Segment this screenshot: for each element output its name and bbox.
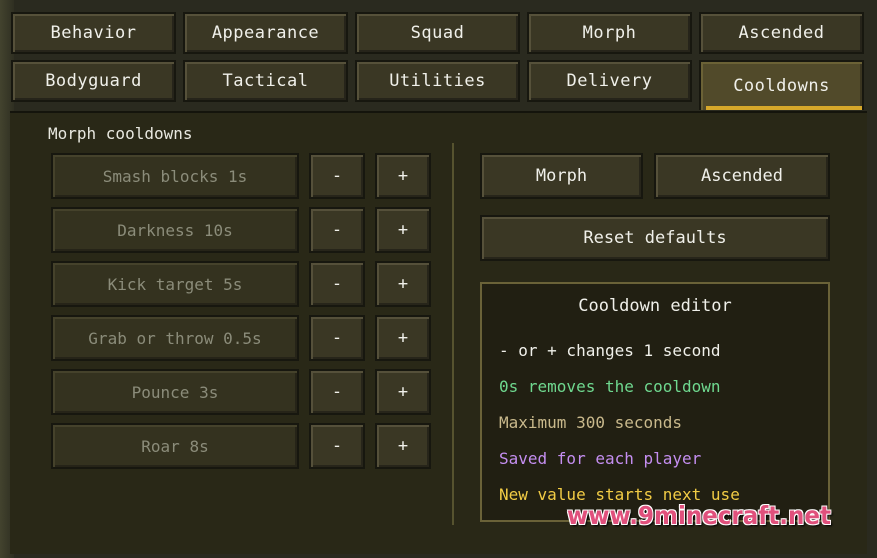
tab-delivery[interactable]: Delivery <box>527 60 692 102</box>
increase-grab-or-throw-button[interactable]: + <box>375 315 431 361</box>
column-divider <box>452 143 454 525</box>
increase-smash-blocks-button[interactable]: + <box>375 153 431 199</box>
cooldown-pounce[interactable]: Pounce 3s <box>51 369 299 415</box>
decrease-smash-blocks-button[interactable]: - <box>309 153 365 199</box>
tab-cooldowns[interactable]: Cooldowns <box>699 60 864 110</box>
increase-kick-target-button[interactable]: + <box>375 261 431 307</box>
decrease-darkness-button[interactable]: - <box>309 207 365 253</box>
cooldown-grab-or-throw[interactable]: Grab or throw 0.5s <box>51 315 299 361</box>
site-watermark: www.9minecraft.net <box>566 501 831 530</box>
increase-darkness-button[interactable]: + <box>375 207 431 253</box>
cooldown-darkness[interactable]: Darkness 10s <box>51 207 299 253</box>
tab-tactical[interactable]: Tactical <box>183 60 348 102</box>
ascended-mode-button[interactable]: Ascended <box>654 153 830 199</box>
decrease-pounce-button[interactable]: - <box>309 369 365 415</box>
editor-title: Cooldown editor <box>578 296 732 316</box>
editor-hint-zero: 0s removes the cooldown <box>499 377 721 396</box>
increase-pounce-button[interactable]: + <box>375 369 431 415</box>
tab-ascended[interactable]: Ascended <box>699 12 864 54</box>
section-title: Morph cooldowns <box>48 124 193 143</box>
morph-mode-button[interactable]: Morph <box>480 153 643 199</box>
tab-behavior[interactable]: Behavior <box>11 12 176 54</box>
cooldown-kick-target[interactable]: Kick target 5s <box>51 261 299 307</box>
tab-appearance[interactable]: Appearance <box>183 12 348 54</box>
reset-defaults-button[interactable]: Reset defaults <box>480 215 830 261</box>
cooldown-smash-blocks[interactable]: Smash blocks 1s <box>51 153 299 199</box>
tab-bodyguard[interactable]: Bodyguard <box>11 60 176 102</box>
editor-hint-saved: Saved for each player <box>499 449 702 468</box>
decrease-roar-button[interactable]: - <box>309 423 365 469</box>
active-tab-indicator <box>706 106 862 110</box>
editor-hint-maximum: Maximum 300 seconds <box>499 413 683 432</box>
editor-hint-step: - or + changes 1 second <box>499 341 721 360</box>
decrease-grab-or-throw-button[interactable]: - <box>309 315 365 361</box>
tab-utilities[interactable]: Utilities <box>355 60 520 102</box>
tab-squad[interactable]: Squad <box>355 12 520 54</box>
cooldown-roar[interactable]: Roar 8s <box>51 423 299 469</box>
decrease-kick-target-button[interactable]: - <box>309 261 365 307</box>
tab-morph[interactable]: Morph <box>527 12 692 54</box>
increase-roar-button[interactable]: + <box>375 423 431 469</box>
